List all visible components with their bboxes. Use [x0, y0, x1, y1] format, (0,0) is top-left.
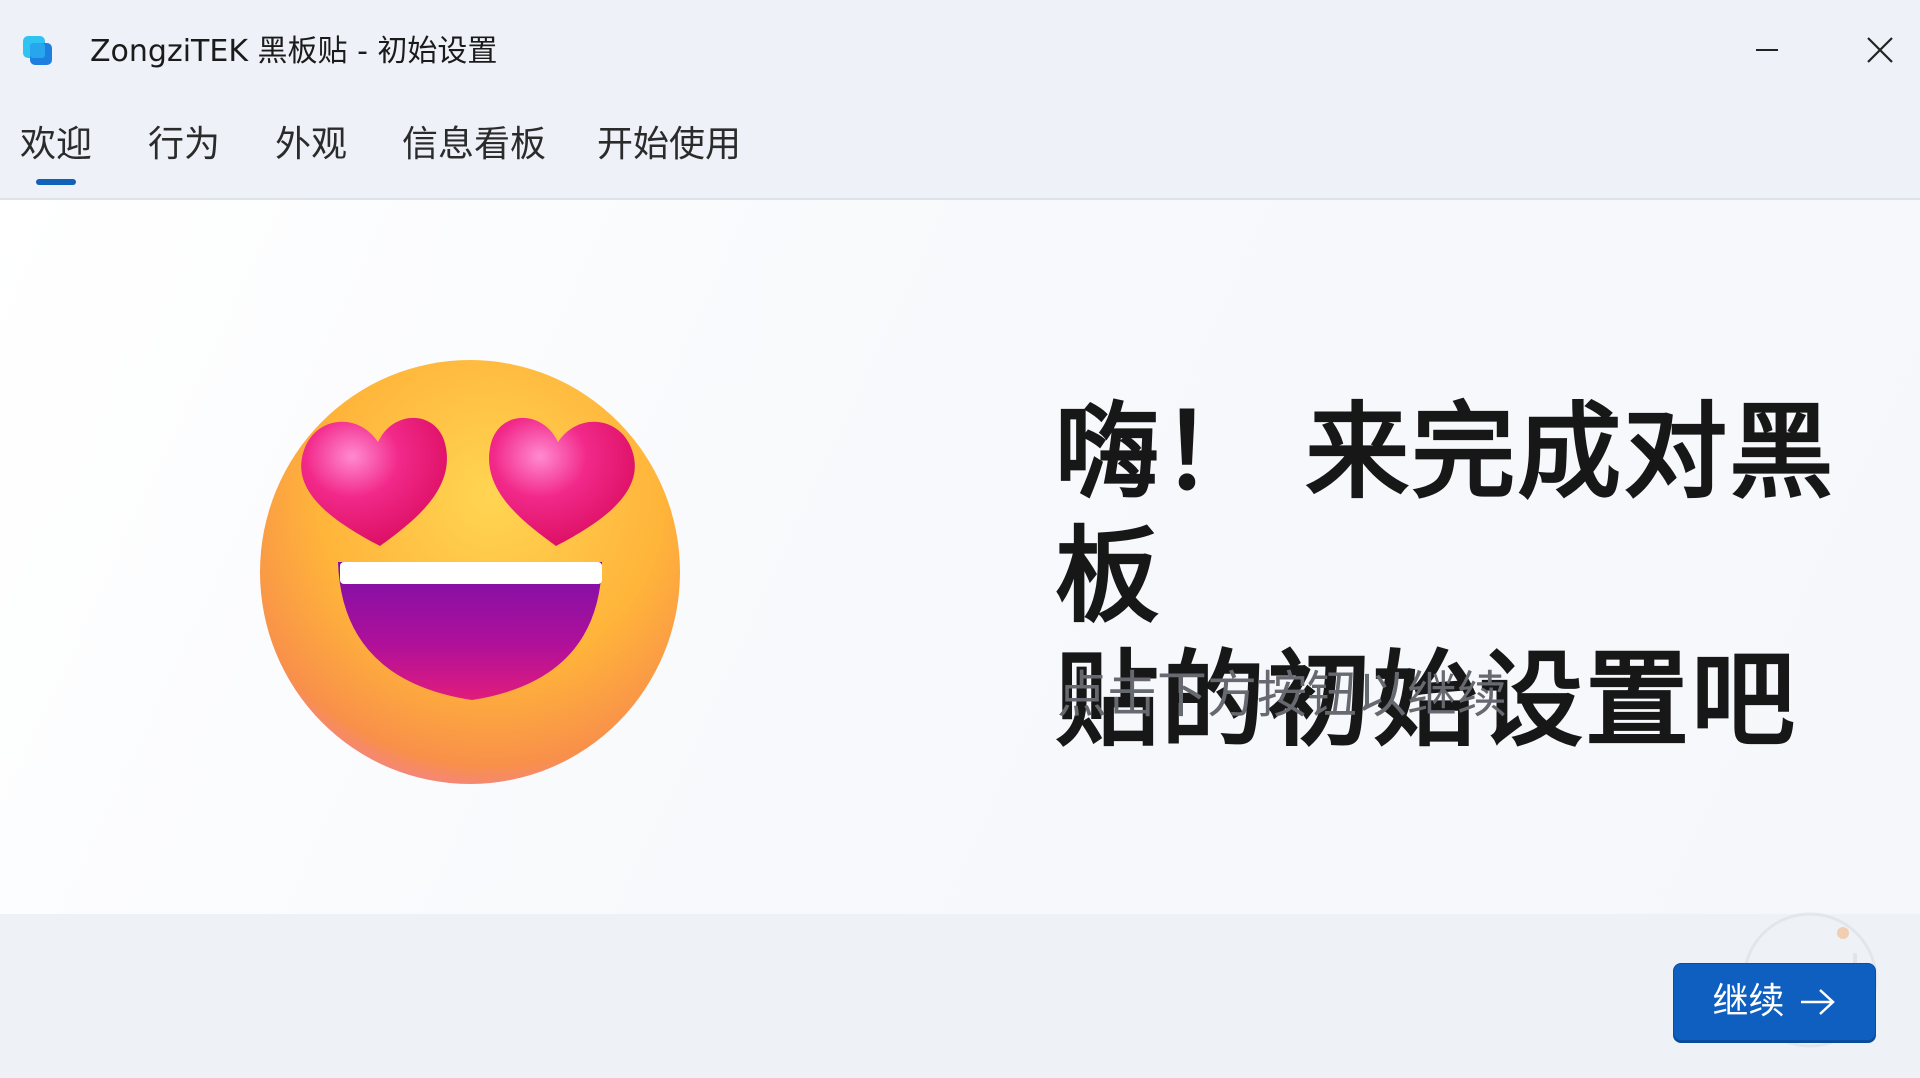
- selected-tab-indicator: [36, 179, 76, 185]
- headline-line-1: 嗨！ 来完成对黑板: [1055, 391, 1836, 637]
- title-bar: ZongziTEK 黑板贴 - 初始设置: [0, 0, 1920, 104]
- tab-behavior[interactable]: 行为: [148, 120, 220, 170]
- tab-get-started[interactable]: 开始使用: [597, 120, 741, 170]
- footer-bar: [0, 914, 1920, 1078]
- welcome-subtitle: 点击下方按钮以继续: [1057, 666, 1507, 724]
- close-button[interactable]: [1845, 20, 1915, 80]
- welcome-panel: 嗨！ 来完成对黑板 贴的初始设置吧 点击下方按钮以继续: [0, 200, 1920, 914]
- app-icon: [23, 36, 52, 65]
- continue-button-label: 继续: [1712, 981, 1785, 1022]
- continue-button[interactable]: 继续: [1673, 963, 1876, 1041]
- tab-appearance[interactable]: 外观: [275, 120, 347, 170]
- minimize-icon: [1756, 49, 1778, 51]
- window-title: ZongziTEK 黑板贴 - 初始设置: [90, 34, 498, 69]
- heart-eyes-emoji: [260, 360, 680, 784]
- tab-bar: 欢迎 行为 外观 信息看板 开始使用: [0, 110, 1920, 198]
- setup-window: ZongziTEK 黑板贴 - 初始设置 欢迎 行为 外观 信息看板 开始使用: [0, 0, 1920, 1078]
- tab-info-board[interactable]: 信息看板: [402, 120, 546, 170]
- tab-welcome[interactable]: 欢迎: [20, 120, 92, 170]
- close-icon: [1867, 37, 1893, 63]
- minimize-button[interactable]: [1732, 20, 1802, 80]
- arrow-right-icon: [1800, 989, 1835, 1015]
